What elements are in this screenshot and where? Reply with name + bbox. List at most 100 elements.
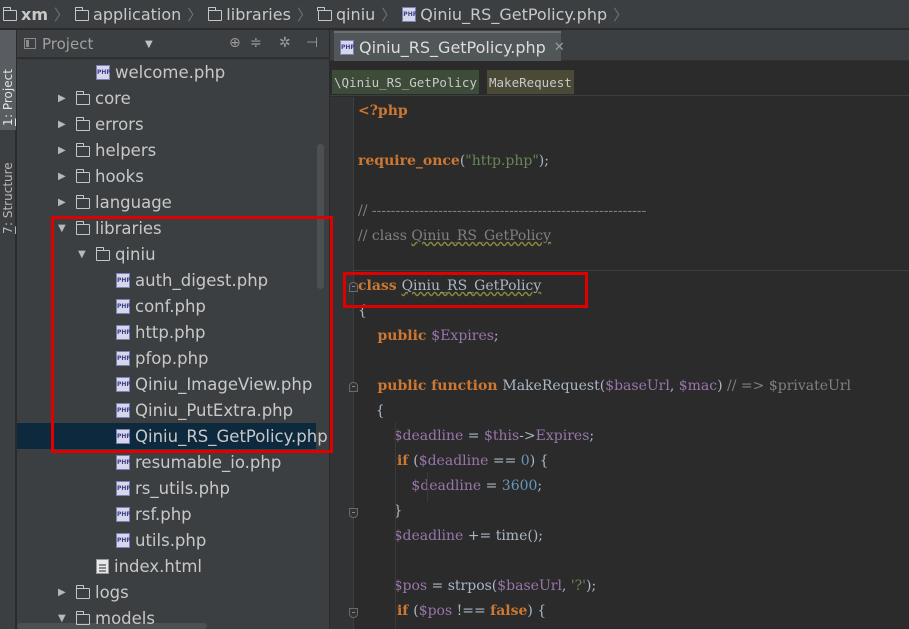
code-line: $deadline += time(); — [358, 524, 543, 549]
tree-item[interactable]: ▶ language — [17, 189, 316, 215]
collapsed-arrow-icon[interactable]: ▶ — [58, 93, 70, 104]
fold-marker-icon[interactable] — [349, 382, 358, 392]
editor-tab[interactable]: PHP Qiniu_RS_GetPolicy.php ✕ — [334, 31, 565, 61]
code-token: == — [488, 453, 521, 469]
tree-item-label: language — [95, 192, 172, 212]
php-file-icon: PHP — [340, 39, 355, 55]
tree-item-icon: PHP — [116, 532, 131, 548]
nav-class-crumb[interactable]: \Qiniu_RS_GetPolicy — [332, 70, 479, 94]
code-token: require_once — [358, 153, 460, 169]
tree-item[interactable]: index.html — [17, 553, 316, 579]
tree-item[interactable]: PHP utils.php — [17, 527, 316, 553]
code-token: = — [463, 428, 484, 444]
code-token: ) { — [527, 603, 547, 619]
collapse-all-icon[interactable]: ≑ — [250, 35, 262, 51]
code-token: // -------------------------------------… — [358, 203, 647, 219]
tree-item-icon — [75, 142, 90, 157]
collapsed-arrow-icon[interactable]: ▶ — [58, 587, 70, 598]
code-line: public function MakeRequest($baseUrl, $m… — [358, 374, 851, 399]
breadcrumb-label: Qiniu_RS_GetPolicy.php — [420, 4, 608, 24]
scroll-from-source-icon[interactable]: ⊕ — [229, 35, 241, 51]
tree-item-label: hooks — [95, 166, 144, 186]
php-file-icon: PHP — [116, 454, 131, 470]
code-token: public function — [358, 378, 503, 394]
code-token: -> — [519, 428, 536, 444]
hide-panel-icon[interactable]: ⊣ — [306, 35, 318, 51]
code-token: // class — [358, 228, 412, 244]
editor-tab-label: Qiniu_RS_GetPolicy.php — [359, 37, 546, 57]
folder-icon — [75, 90, 90, 105]
breadcrumb-item[interactable]: PHP Qiniu_RS_GetPolicy.php — [402, 0, 607, 28]
code-line: require_once("http.php"); — [358, 149, 549, 174]
collapsed-arrow-icon[interactable]: ▶ — [58, 171, 70, 182]
close-icon[interactable]: ✕ — [554, 40, 565, 55]
tree-item-icon: PHP — [116, 506, 131, 522]
code-token: public — [358, 328, 432, 344]
breadcrumb-item[interactable]: application — [74, 0, 182, 28]
breadcrumb-item[interactable]: xm — [2, 0, 48, 28]
code-token: ); — [586, 578, 597, 594]
tree-item-label: rs_utils.php — [135, 478, 230, 498]
structure-tab-number: 7 — [1, 226, 15, 234]
code-line: // -------------------------------------… — [358, 199, 646, 224]
project-tool-tab[interactable]: 1: Project — [0, 30, 16, 130]
code-token: "http.php" — [465, 153, 539, 169]
project-view-selector[interactable]: Project — [42, 35, 93, 53]
code-token: = strpos( — [427, 578, 498, 594]
code-line: if ($deadline == 0) { — [358, 449, 549, 474]
tree-item[interactable]: PHP rs_utils.php — [17, 475, 316, 501]
tree-item[interactable]: ▼ models — [17, 605, 316, 629]
code-token: 0 — [520, 453, 530, 469]
breadcrumb-separator-icon: 〉 — [54, 5, 70, 24]
collapsed-arrow-icon[interactable]: ▶ — [58, 145, 70, 156]
folder-icon — [75, 194, 90, 209]
tree-item[interactable]: PHP rsf.php — [17, 501, 316, 527]
code-token: false — [490, 603, 528, 619]
tree-item-label: models — [95, 608, 155, 628]
expanded-arrow-icon[interactable]: ▼ — [58, 613, 70, 624]
breadcrumb-separator-icon: 〉 — [381, 5, 397, 24]
code-line: $deadline = 3600; — [358, 474, 542, 499]
tree-item-label: helpers — [95, 140, 157, 160]
gear-icon[interactable]: ✲ — [279, 35, 291, 51]
tree-item-label: logs — [95, 582, 129, 602]
code-token: if — [358, 603, 414, 619]
collapsed-arrow-icon[interactable]: ▶ — [58, 197, 70, 208]
breadcrumb-item[interactable]: libraries — [207, 0, 291, 28]
tree-item[interactable]: ▶ hooks — [17, 163, 316, 189]
tree-item[interactable]: PHP welcome.php — [17, 59, 316, 85]
breadcrumb-label: application — [93, 4, 182, 24]
code-editor[interactable]: <?php require_once("http.php"); // -------… — [358, 97, 909, 629]
code-token: MakeRequest( — [502, 378, 606, 394]
code-token: $Expires — [431, 328, 494, 344]
code-token: // => $privateUrl — [727, 378, 852, 394]
tree-item[interactable]: ▶ logs — [17, 579, 316, 605]
php-file-icon: PHP — [116, 532, 131, 548]
fold-marker-icon[interactable] — [349, 608, 358, 618]
code-token: ) { — [529, 453, 549, 469]
fold-marker-icon[interactable] — [349, 508, 358, 518]
code-token: $mac — [678, 378, 718, 394]
tree-item-icon — [96, 558, 109, 574]
code-token: $pos — [418, 603, 453, 619]
code-token: = — [481, 478, 502, 494]
tree-item[interactable]: ▶ core — [17, 85, 316, 111]
structure-tab-label: : Structure — [1, 162, 15, 227]
nav-method-crumb[interactable]: MakeRequest — [487, 70, 574, 94]
breadcrumb-separator-icon: 〉 — [187, 5, 203, 24]
breadcrumb-label: qiniu — [335, 4, 376, 24]
structure-tool-tab[interactable]: 7: Structure — [0, 138, 16, 238]
folder-icon — [75, 584, 90, 599]
php-file-icon: PHP — [96, 64, 111, 80]
collapsed-arrow-icon[interactable]: ▶ — [58, 119, 70, 130]
breadcrumb-item[interactable]: qiniu — [317, 0, 376, 28]
tree-item-icon — [75, 194, 90, 209]
tree-item[interactable]: ▶ errors — [17, 111, 316, 137]
tree-item[interactable]: ▶ helpers — [17, 137, 316, 163]
tool-window-strip: 1: Project 7: Structure — [0, 30, 16, 629]
chevron-down-icon[interactable]: ▼ — [145, 39, 153, 50]
code-line: public $Expires; — [358, 324, 498, 349]
code-token: <?php — [358, 103, 408, 119]
tree-item-label: welcome.php — [115, 62, 226, 82]
